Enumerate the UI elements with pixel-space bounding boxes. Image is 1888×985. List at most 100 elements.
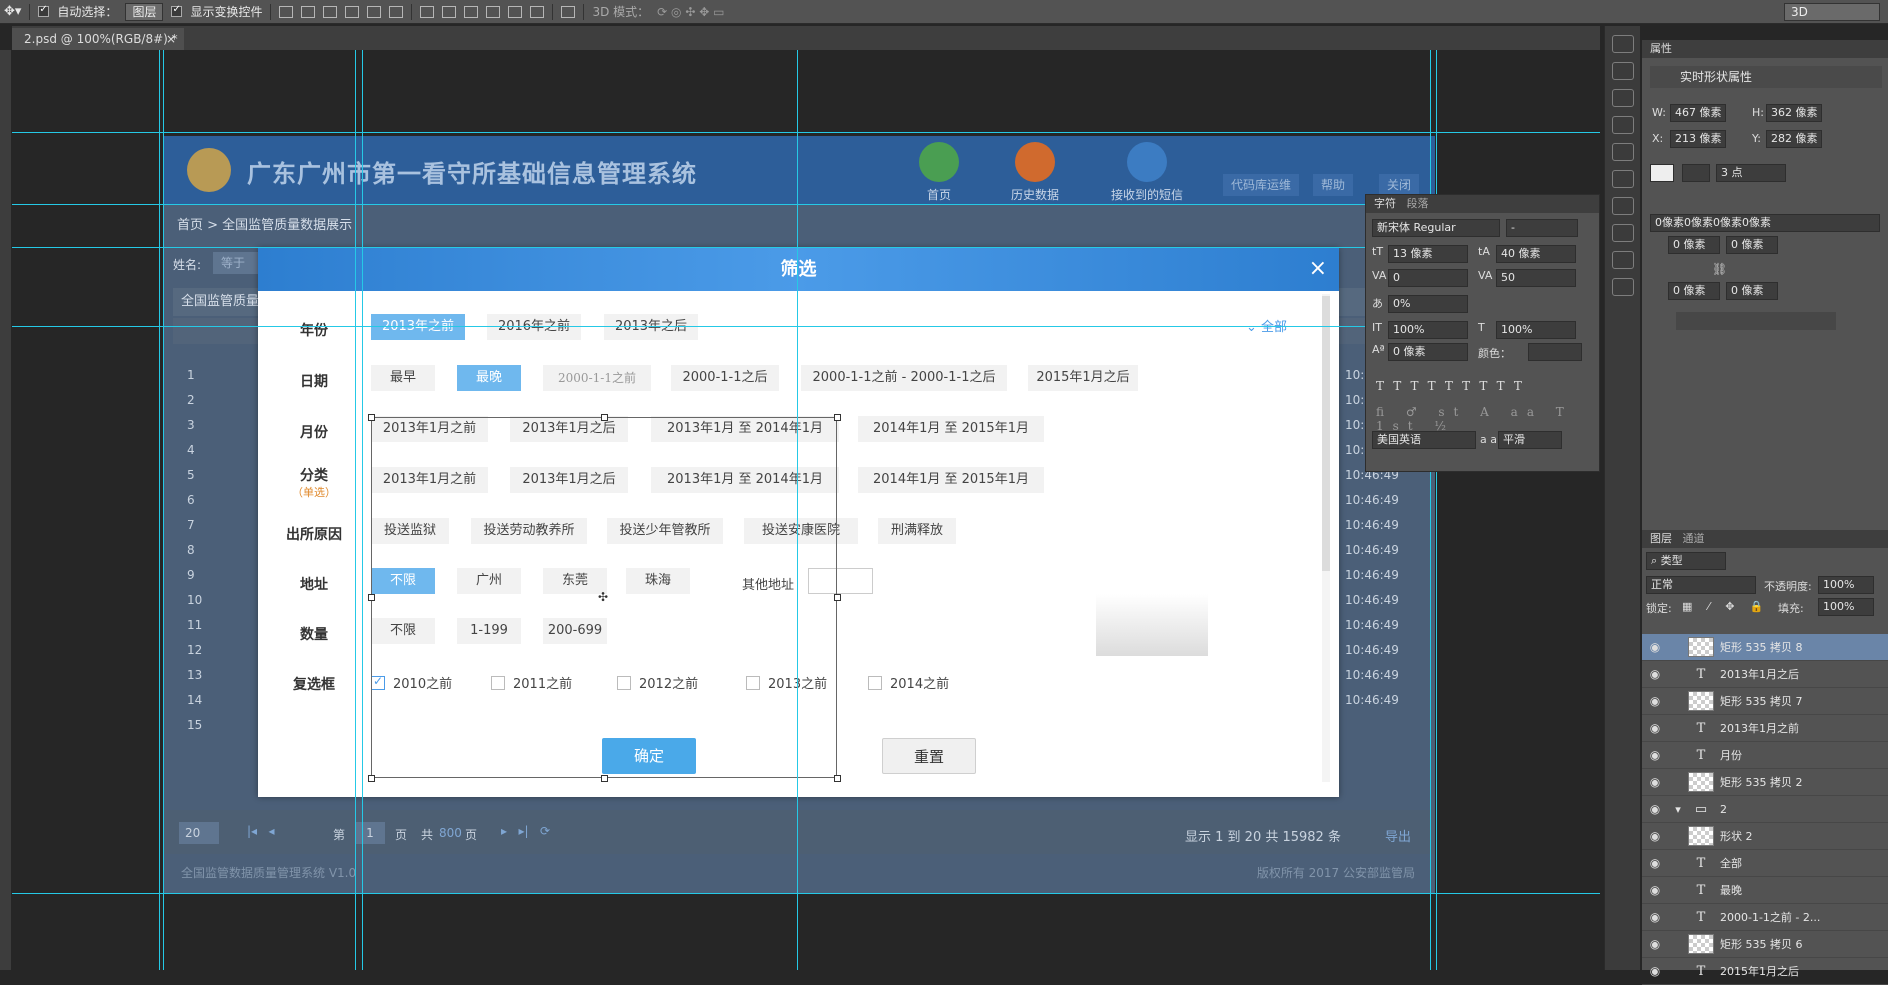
- layer-row[interactable]: ◉ T 2015年1月之后: [1642, 958, 1888, 985]
- guide-horizontal[interactable]: [12, 893, 1600, 894]
- text-color-swatch[interactable]: [1528, 343, 1582, 361]
- layer-row[interactable]: ◉ 矩形 535 拷贝 2: [1642, 769, 1888, 796]
- opentype-buttons-icon[interactable]: ﬁ ♂ st A aa T 1st ½: [1376, 405, 1599, 433]
- distribute-top-icon[interactable]: [420, 5, 435, 18]
- guide-vertical[interactable]: [159, 50, 160, 970]
- tab-layers[interactable]: 图层: [1650, 532, 1672, 545]
- distribute-left-icon[interactable]: [486, 5, 501, 18]
- eye-icon[interactable]: ◉: [1642, 964, 1668, 978]
- eye-icon[interactable]: ◉: [1642, 667, 1668, 681]
- align-right-icon[interactable]: [389, 5, 404, 18]
- close-tab-icon[interactable]: ×: [166, 28, 176, 50]
- reset-button[interactable]: 重置: [882, 738, 976, 774]
- stroke-width-field[interactable]: 3 点: [1716, 164, 1786, 182]
- vertical-scale-field[interactable]: 100%: [1388, 321, 1468, 339]
- move-tool-icon[interactable]: ✥▾: [4, 4, 21, 19]
- libraries-panel-icon[interactable]: [1611, 224, 1634, 242]
- transform-handle[interactable]: [601, 775, 608, 782]
- link-icon[interactable]: ⛓: [1712, 262, 1727, 276]
- transform-handle[interactable]: [834, 775, 841, 782]
- kerning-field[interactable]: 0: [1388, 269, 1468, 287]
- layer-row[interactable]: ◉ T 月份: [1642, 742, 1888, 769]
- align-top-icon[interactable]: [279, 5, 294, 18]
- transform-handle[interactable]: [834, 414, 841, 421]
- layer-filter-select[interactable]: ⌕ 类型: [1646, 552, 1726, 570]
- transform-handle[interactable]: [368, 594, 375, 601]
- eye-icon[interactable]: ◉: [1642, 694, 1668, 708]
- blend-mode-select[interactable]: 正常: [1646, 576, 1756, 594]
- year-option[interactable]: 2013年之后: [604, 314, 698, 340]
- layer-row[interactable]: ◉ 矩形 535 拷贝 6: [1642, 931, 1888, 958]
- font-style-select[interactable]: -: [1506, 219, 1578, 237]
- language-select[interactable]: 美国英语: [1372, 431, 1476, 449]
- date-option[interactable]: 2015年1月之后: [1028, 365, 1138, 391]
- eye-icon[interactable]: ◉: [1642, 775, 1668, 789]
- export-link[interactable]: 导出: [1385, 826, 1411, 845]
- font-family-select[interactable]: 新宋体 Regular: [1372, 219, 1500, 237]
- layer-group-row[interactable]: ◉ ▾ ▭ 2: [1642, 796, 1888, 823]
- guide-horizontal[interactable]: [12, 132, 1600, 133]
- guide-horizontal[interactable]: [12, 326, 1600, 327]
- distribute-bottom-icon[interactable]: [464, 5, 479, 18]
- page-size-select[interactable]: 20: [179, 822, 219, 844]
- tab-character[interactable]: 字符: [1374, 197, 1396, 210]
- adjustments-panel-icon[interactable]: [1611, 89, 1634, 107]
- close-icon[interactable]: ×: [1309, 256, 1327, 282]
- baseline-shift-field[interactable]: 0 像素: [1388, 343, 1468, 361]
- radius-field[interactable]: 0 像素: [1726, 282, 1778, 300]
- guide-vertical[interactable]: [362, 50, 363, 970]
- properties-tab[interactable]: 属性: [1642, 40, 1888, 58]
- layer-select-dropdown[interactable]: 图层: [125, 2, 164, 21]
- align-bottom-icon[interactable]: [323, 5, 338, 18]
- year-option[interactable]: 2016年之前: [487, 314, 581, 340]
- transform-handle[interactable]: [368, 414, 375, 421]
- eye-icon[interactable]: ◉: [1642, 802, 1668, 816]
- font-size-field[interactable]: 13 像素: [1388, 245, 1468, 263]
- fill-field[interactable]: 100%: [1818, 598, 1874, 616]
- paragraph-panel-icon[interactable]: [1611, 170, 1634, 188]
- guide-horizontal[interactable]: [12, 204, 1600, 205]
- antialias-select[interactable]: 平滑: [1498, 431, 1562, 449]
- y-field[interactable]: 282 像素: [1766, 130, 1822, 148]
- layer-row[interactable]: ◉ 矩形 535 拷贝 8: [1642, 634, 1888, 661]
- help-button[interactable]: 帮助: [1313, 174, 1354, 196]
- date-option[interactable]: 2000-1-1之前: [543, 365, 651, 391]
- stroke-swatch[interactable]: [1682, 164, 1710, 182]
- nav-home[interactable]: 首页: [919, 142, 959, 203]
- distribute-hcenter-icon[interactable]: [508, 5, 523, 18]
- opacity-field[interactable]: 100%: [1818, 576, 1874, 594]
- layer-row[interactable]: ◉ 矩形 535 拷贝 7: [1642, 688, 1888, 715]
- eye-icon[interactable]: ◉: [1642, 748, 1668, 762]
- scrollbar-thumb[interactable]: [1322, 296, 1330, 571]
- expand-icon[interactable]: ▾: [1668, 803, 1688, 816]
- year-option[interactable]: 2013年之前: [371, 314, 465, 340]
- character-panel-icon[interactable]: [1611, 143, 1634, 161]
- guide-vertical[interactable]: [797, 50, 798, 970]
- transform-center-icon[interactable]: ✣: [598, 590, 608, 604]
- transform-handle[interactable]: [601, 414, 608, 421]
- tracking-field[interactable]: 50: [1496, 269, 1576, 287]
- eye-icon[interactable]: ◉: [1642, 937, 1668, 951]
- date-option[interactable]: 2000-1-1之前 - 2000-1-1之后: [801, 365, 1007, 391]
- date-option[interactable]: 最晚: [457, 365, 521, 391]
- radius-field[interactable]: 0 像素: [1668, 282, 1720, 300]
- eye-icon[interactable]: ◉: [1642, 856, 1668, 870]
- properties-panel-icon[interactable]: [1611, 278, 1634, 296]
- lock-icons[interactable]: ▦ ⁄ ✥ 🔒: [1682, 600, 1770, 613]
- nav-history[interactable]: 历史数据: [1011, 142, 1059, 203]
- fill-swatch[interactable]: [1650, 164, 1674, 182]
- glyphs-panel-icon[interactable]: [1611, 251, 1634, 269]
- date-option[interactable]: 2000-1-1之后: [671, 365, 779, 391]
- guide-vertical[interactable]: [1430, 50, 1431, 970]
- guide-vertical[interactable]: [355, 50, 356, 970]
- align-left-icon[interactable]: [345, 5, 360, 18]
- layer-row[interactable]: ◉ T 最晚: [1642, 877, 1888, 904]
- layer-row[interactable]: ◉ T 2000-1-1之前 - 2...: [1642, 904, 1888, 931]
- tools-panel-icon[interactable]: [1611, 197, 1634, 215]
- guide-horizontal[interactable]: [12, 247, 1600, 248]
- brush-panel-icon[interactable]: [1611, 62, 1634, 80]
- reason-option[interactable]: 刑满释放: [878, 518, 956, 544]
- history-panel-icon[interactable]: [1611, 35, 1634, 53]
- show-transform-checkbox[interactable]: [171, 4, 183, 17]
- layers-comp-icon[interactable]: [1611, 116, 1634, 134]
